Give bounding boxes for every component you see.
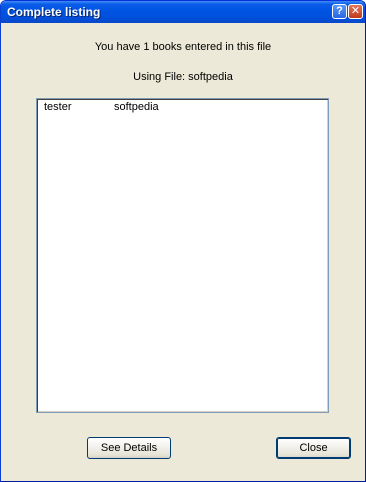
list-item-name: tester xyxy=(44,101,72,113)
close-button[interactable]: Close xyxy=(276,437,351,459)
help-icon[interactable]: ? xyxy=(332,4,347,19)
book-count-message: You have 1 books entered in this file xyxy=(94,41,272,53)
title-bar[interactable]: Complete listing ? ✕ xyxy=(1,1,365,23)
close-icon[interactable]: ✕ xyxy=(348,4,363,19)
complete-listing-window: Complete listing ? ✕ You have 1 books en… xyxy=(0,0,366,482)
list-item[interactable]: tester softpedia xyxy=(37,101,328,115)
file-message: Using File: softpedia xyxy=(133,71,233,83)
dialog-body: You have 1 books entered in this file Us… xyxy=(4,23,362,478)
list-item-file: softpedia xyxy=(114,101,159,113)
see-details-button[interactable]: See Details xyxy=(87,437,171,459)
window-title: Complete listing xyxy=(7,5,101,19)
listing-listbox[interactable]: tester softpedia xyxy=(36,98,329,413)
